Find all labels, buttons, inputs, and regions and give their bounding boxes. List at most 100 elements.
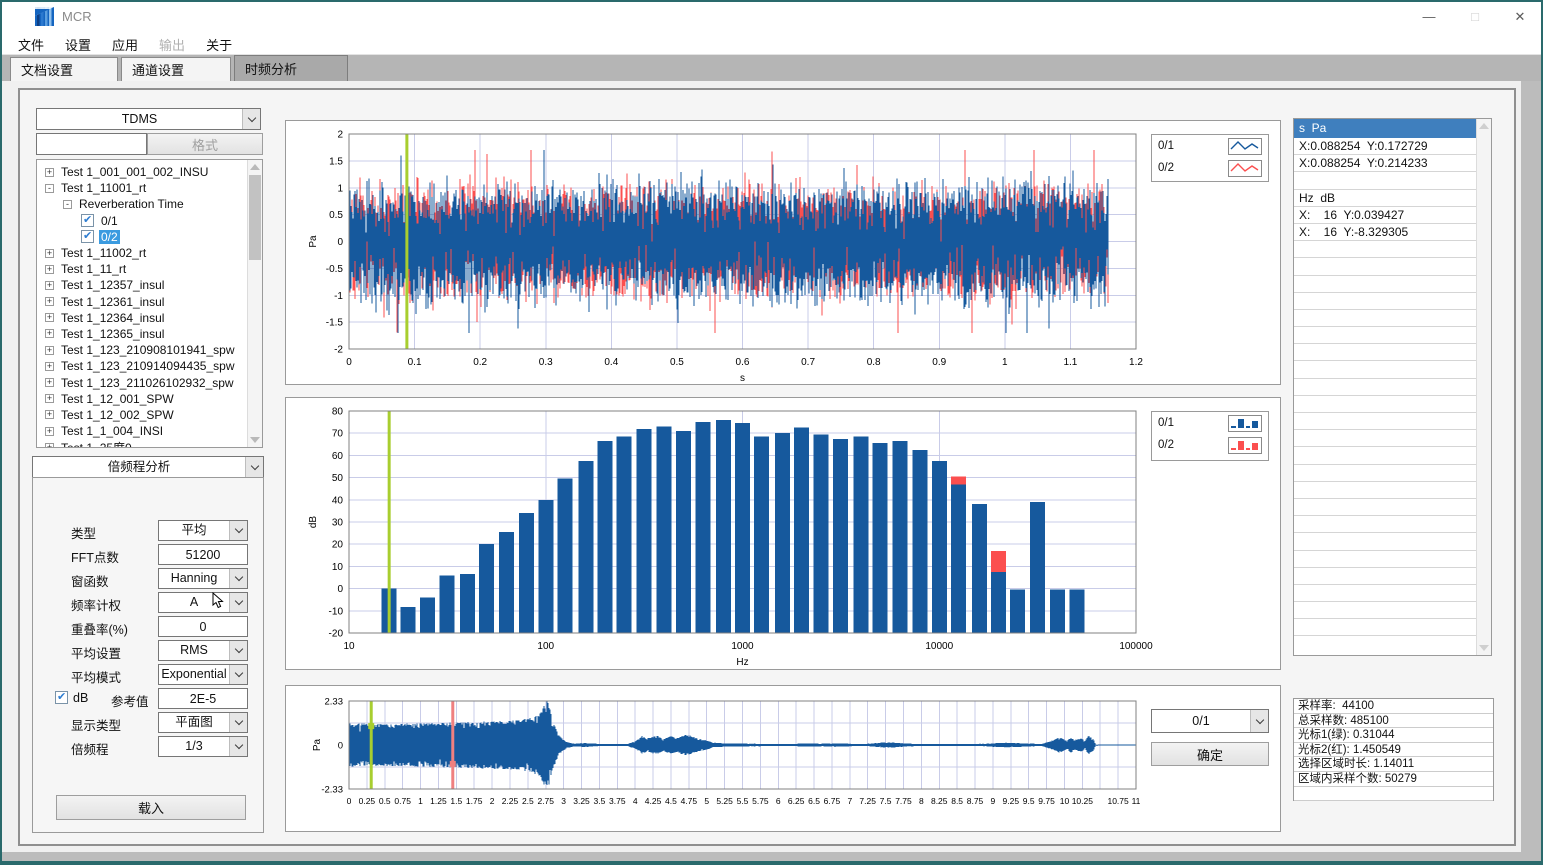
expand-icon[interactable]: + bbox=[45, 427, 54, 436]
tree-item-label[interactable]: Test 1_11001_rt bbox=[59, 181, 148, 195]
expand-icon[interactable]: + bbox=[45, 329, 54, 338]
readout-row bbox=[1294, 585, 1478, 602]
octave-spectrum-chart[interactable]: 1010010001000010000080706050403020100-10… bbox=[286, 398, 1280, 674]
expand-icon[interactable]: + bbox=[45, 168, 54, 177]
svg-text:0.5: 0.5 bbox=[379, 796, 391, 806]
tab-时频分析[interactable]: 时频分析 bbox=[234, 55, 348, 81]
checkbox-checked-icon[interactable] bbox=[81, 230, 94, 243]
channel-combo[interactable]: 0/1 bbox=[1151, 709, 1269, 733]
tab-文档设置[interactable]: 文档设置 bbox=[10, 57, 118, 81]
scroll-up-icon[interactable] bbox=[1479, 123, 1489, 129]
svg-text:-20: -20 bbox=[329, 629, 344, 640]
chevron-down-icon[interactable] bbox=[229, 521, 247, 540]
form-combo-0[interactable]: 平均 bbox=[158, 520, 248, 541]
overview-waveform-chart[interactable]: 00.250.50.7511.251.51.7522.252.52.7533.2… bbox=[286, 686, 1280, 836]
svg-text:0.1: 0.1 bbox=[408, 357, 422, 368]
readout-row bbox=[1294, 568, 1478, 585]
chevron-down-icon[interactable] bbox=[229, 641, 247, 660]
expand-icon[interactable]: + bbox=[45, 249, 54, 258]
form-combo-value: RMS bbox=[159, 641, 229, 660]
tree-item-label[interactable]: 0/2 bbox=[99, 230, 120, 244]
collapse-icon[interactable]: - bbox=[63, 200, 72, 209]
chevron-down-icon[interactable] bbox=[1250, 710, 1268, 732]
form-input-1[interactable] bbox=[158, 544, 248, 565]
expand-icon[interactable]: + bbox=[45, 281, 54, 290]
form-combo-8[interactable]: 平面图 bbox=[158, 712, 248, 733]
chevron-down-icon[interactable] bbox=[245, 457, 263, 477]
chevron-down-icon[interactable] bbox=[229, 665, 247, 684]
chevron-down-icon[interactable] bbox=[242, 109, 260, 129]
expand-icon[interactable]: + bbox=[45, 313, 54, 322]
form-input-4[interactable] bbox=[158, 616, 248, 637]
expand-icon[interactable]: + bbox=[45, 378, 54, 387]
menu-item-设置[interactable]: 设置 bbox=[63, 31, 93, 58]
expand-icon[interactable]: + bbox=[45, 265, 54, 274]
tree-item-label[interactable]: Test 1_11002_rt bbox=[59, 246, 148, 260]
file-tree[interactable]: +Test 1_001_001_002_INSU-Test 1_11001_rt… bbox=[36, 159, 263, 448]
tree-item-label[interactable]: Test 1_123_210914094435_spw bbox=[59, 359, 236, 373]
tab-bar: 文档设置通道设置时频分析 bbox=[2, 55, 1541, 81]
maximize-button[interactable]: □ bbox=[1458, 2, 1492, 31]
readout-row bbox=[1294, 293, 1478, 310]
menu-item-文件[interactable]: 文件 bbox=[16, 31, 46, 58]
form-input-7[interactable] bbox=[158, 688, 248, 709]
tree-item-label[interactable]: Test 1_123_210908101941_spw bbox=[59, 343, 236, 357]
format-button[interactable]: 格式 bbox=[147, 133, 263, 155]
db-checkbox[interactable] bbox=[55, 691, 68, 704]
menu-item-输出[interactable]: 输出 bbox=[157, 31, 187, 58]
horizontal-scrollbar[interactable] bbox=[2, 852, 1541, 861]
filter-input[interactable] bbox=[36, 133, 147, 155]
tree-item-label[interactable]: Test 1_12_002_SPW bbox=[59, 408, 176, 422]
form-combo-3[interactable]: A bbox=[158, 592, 248, 613]
tree-item-label[interactable]: Test 1_1_004_INSI bbox=[59, 424, 165, 438]
chevron-down-icon[interactable] bbox=[229, 593, 247, 612]
tree-row: + Test 1_123_210908101941_spw bbox=[37, 342, 262, 358]
tree-item-label[interactable]: Test 1_12365_insul bbox=[59, 327, 166, 341]
chevron-down-icon[interactable] bbox=[229, 737, 247, 756]
tree-item-label[interactable]: Test 1_12357_insul bbox=[59, 278, 166, 292]
expand-icon[interactable]: + bbox=[45, 443, 54, 448]
tab-通道设置[interactable]: 通道设置 bbox=[121, 57, 231, 81]
svg-text:10.75: 10.75 bbox=[1107, 796, 1129, 806]
cursor-readout-list[interactable]: s PaX:0.088254 Y:0.172729X:0.088254 Y:0.… bbox=[1293, 118, 1492, 656]
file-format-combo[interactable]: TDMS bbox=[36, 108, 261, 130]
confirm-button[interactable]: 确定 bbox=[1151, 742, 1269, 766]
tree-item-label[interactable]: Reverberation Time bbox=[77, 197, 186, 211]
svg-text:7.25: 7.25 bbox=[859, 796, 876, 806]
chevron-down-icon[interactable] bbox=[229, 569, 247, 588]
tree-item-label[interactable]: Test 1_12_001_SPW bbox=[59, 392, 176, 406]
tree-item-label[interactable]: Test 1_12364_insul bbox=[59, 311, 166, 325]
expand-icon[interactable]: + bbox=[45, 346, 54, 355]
tree-item-label[interactable]: Test 1_123_211026102932_spw bbox=[59, 376, 236, 390]
chevron-down-icon[interactable] bbox=[229, 713, 247, 732]
time-waveform-chart[interactable]: 00.10.20.30.40.50.60.70.80.911.11.221.51… bbox=[286, 121, 1280, 389]
tree-item-label[interactable]: Test 1_12361_insul bbox=[59, 295, 166, 309]
load-button[interactable]: 载入 bbox=[56, 795, 246, 820]
minimize-button[interactable]: — bbox=[1412, 2, 1446, 31]
menu-item-关于[interactable]: 关于 bbox=[204, 31, 234, 58]
collapse-icon[interactable]: - bbox=[45, 184, 54, 193]
vertical-scrollbar[interactable] bbox=[1521, 81, 1541, 852]
form-combo-6[interactable]: Exponential bbox=[158, 664, 248, 685]
form-label: 重叠率(%) bbox=[71, 619, 128, 638]
info-row: 光标1(绿): 0.31044 bbox=[1294, 728, 1493, 743]
expand-icon[interactable]: + bbox=[45, 297, 54, 306]
form-combo-9[interactable]: 1/3 bbox=[158, 736, 248, 757]
checkbox-checked-icon[interactable] bbox=[81, 214, 94, 227]
scroll-down-icon[interactable] bbox=[1479, 645, 1489, 651]
svg-text:6.25: 6.25 bbox=[788, 796, 805, 806]
form-combo-2[interactable]: Hanning bbox=[158, 568, 248, 589]
tree-item-label[interactable]: Test 1_25度0 bbox=[59, 439, 134, 448]
analysis-type-combo[interactable]: 倍频程分析 bbox=[32, 456, 264, 478]
readout-scrollbar[interactable] bbox=[1476, 119, 1491, 655]
menu-item-应用[interactable]: 应用 bbox=[110, 31, 140, 58]
form-combo-5[interactable]: RMS bbox=[158, 640, 248, 661]
tree-item-label[interactable]: 0/1 bbox=[99, 214, 120, 228]
info-row: 总采样数: 485100 bbox=[1294, 714, 1493, 729]
tree-item-label[interactable]: Test 1_11_rt bbox=[59, 262, 128, 276]
expand-icon[interactable]: + bbox=[45, 362, 54, 371]
close-button[interactable]: ✕ bbox=[1503, 2, 1537, 31]
expand-icon[interactable]: + bbox=[45, 394, 54, 403]
expand-icon[interactable]: + bbox=[45, 410, 54, 419]
tree-item-label[interactable]: Test 1_001_001_002_INSU bbox=[59, 165, 210, 179]
